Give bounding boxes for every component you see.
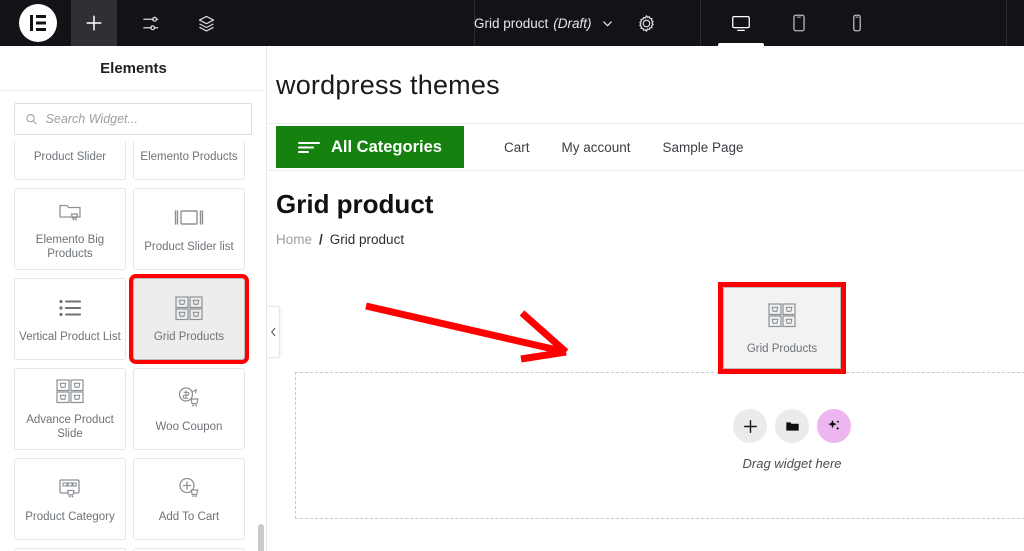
- structure-layers-button[interactable]: [183, 0, 229, 46]
- folder-icon: [785, 419, 800, 434]
- drop-zone-content: Drag widget here: [733, 409, 851, 471]
- grid-carts-icon: [53, 377, 87, 405]
- layers-icon: [197, 14, 216, 33]
- chevron-down-icon[interactable]: [601, 17, 614, 30]
- search-icon: [25, 112, 38, 126]
- site-title: wordpress themes: [268, 46, 1024, 101]
- panel-scrollbar[interactable]: [258, 524, 264, 551]
- plus-icon: [743, 419, 758, 434]
- add-element-circle-button[interactable]: [733, 409, 767, 443]
- empty-drop-zone[interactable]: Drag widget here: [295, 372, 1024, 519]
- breadcrumb-home-link[interactable]: Home: [276, 232, 312, 247]
- site-navbar: All Categories Cart My account Sample Pa…: [268, 123, 1024, 171]
- widget-list-scroll-area[interactable]: Product Slider Elemento Products: [0, 142, 267, 551]
- widget-card-elemento-big-products[interactable]: Elemento Big Products: [14, 188, 126, 270]
- grid-carts-icon: [765, 301, 799, 334]
- breadcrumb: Home / Grid product: [268, 220, 1024, 247]
- site-settings-button[interactable]: [127, 0, 173, 46]
- widget-label: Product Slider list: [140, 240, 237, 254]
- page-settings-button[interactable]: [634, 10, 660, 36]
- category-cart-icon: [54, 474, 86, 502]
- gear-icon: [637, 14, 656, 33]
- page-canvas: wordpress themes All Categories Cart My …: [268, 46, 1024, 551]
- document-title-group: Grid product (Draft): [474, 0, 660, 46]
- panel-header: Elements: [0, 46, 267, 91]
- all-categories-button[interactable]: All Categories: [276, 126, 464, 168]
- widget-label: Elemento Products: [136, 150, 241, 164]
- grid-carts-icon: [172, 294, 206, 322]
- plus-icon: [85, 14, 103, 32]
- page-title: Grid product: [268, 171, 1024, 220]
- responsive-mobile-button[interactable]: [828, 0, 886, 46]
- nav-link-sample-page[interactable]: Sample Page: [663, 140, 744, 155]
- widget-label: Woo Coupon: [152, 420, 227, 434]
- bullet-list-icon: [55, 294, 85, 322]
- widget-label: Add To Cart: [155, 510, 224, 524]
- panel-title: Elements: [100, 60, 167, 77]
- widget-card-product-slider-list[interactable]: Product Slider list: [133, 188, 245, 270]
- widget-grid: Product Slider Elemento Products: [0, 142, 267, 551]
- nav-link-my-account[interactable]: My account: [561, 140, 630, 155]
- responsive-desktop-button[interactable]: [712, 0, 770, 46]
- widget-label: Grid Products: [150, 330, 228, 344]
- drop-zone-buttons: [733, 409, 851, 443]
- widget-label: Advance Product Slide: [15, 413, 125, 441]
- menu-lines-icon: [298, 140, 320, 154]
- widget-card-add-to-cart[interactable]: Add To Cart: [133, 458, 245, 540]
- ai-generate-circle-button[interactable]: [817, 409, 851, 443]
- widget-label: Product Slider: [30, 150, 110, 164]
- top-bar-left-group: [0, 0, 229, 46]
- breadcrumb-current: Grid product: [330, 232, 404, 247]
- elementor-logo-icon[interactable]: [19, 4, 57, 42]
- mobile-icon: [846, 12, 868, 34]
- sparkles-icon: [826, 418, 842, 434]
- desktop-icon: [730, 12, 752, 34]
- widget-card-product-slider[interactable]: Product Slider: [14, 142, 126, 180]
- add-element-button[interactable]: [71, 0, 117, 46]
- document-status-text: (Draft): [553, 16, 591, 31]
- widget-card-grid-products[interactable]: Grid Products: [133, 278, 245, 360]
- responsive-tablet-button[interactable]: [770, 0, 828, 46]
- widget-card-advance-product-slide[interactable]: Advance Product Slide: [14, 368, 126, 450]
- collapse-panel-handle[interactable]: [267, 306, 280, 358]
- folder-cart-icon: [55, 197, 85, 225]
- plus-circle-cart-icon: [173, 474, 205, 502]
- responsive-mode-switcher: [712, 0, 886, 46]
- document-title-text: Grid product: [474, 16, 548, 31]
- widget-card-vertical-product-list[interactable]: Vertical Product List: [14, 278, 126, 360]
- widget-card-elemento-products[interactable]: Elemento Products: [133, 142, 245, 180]
- drop-zone-hint: Drag widget here: [743, 456, 842, 471]
- tablet-icon: [788, 12, 810, 34]
- widget-label: Elemento Big Products: [15, 233, 125, 261]
- widget-card-woo-coupon[interactable]: Woo Coupon: [133, 368, 245, 450]
- search-widget-box[interactable]: [14, 103, 252, 135]
- carousel-icon: [172, 204, 206, 232]
- add-template-circle-button[interactable]: [775, 409, 809, 443]
- breadcrumb-separator: /: [319, 232, 323, 247]
- dragging-widget-label: Grid Products: [747, 343, 817, 355]
- elements-panel: Elements Product Slider: [0, 46, 267, 551]
- sliders-icon: [141, 14, 160, 33]
- nav-link-cart[interactable]: Cart: [504, 140, 530, 155]
- all-categories-label: All Categories: [331, 138, 442, 157]
- widget-label: Product Category: [21, 510, 119, 524]
- chevron-left-icon: [270, 327, 277, 337]
- nav-links: Cart My account Sample Page: [504, 140, 744, 155]
- widget-card-product-category[interactable]: Product Category: [14, 458, 126, 540]
- dragging-widget-ghost[interactable]: Grid Products: [723, 287, 841, 369]
- search-input[interactable]: [46, 112, 241, 126]
- coupon-cart-icon: [173, 384, 205, 412]
- search-widget-area: [0, 91, 266, 142]
- top-bar-divider-right: [1006, 0, 1007, 46]
- widget-label: Vertical Product List: [15, 330, 125, 344]
- document-title[interactable]: Grid product (Draft): [474, 16, 592, 31]
- top-bar-divider-center: [700, 0, 701, 46]
- editor-top-bar: Grid product (Draft): [0, 0, 1024, 46]
